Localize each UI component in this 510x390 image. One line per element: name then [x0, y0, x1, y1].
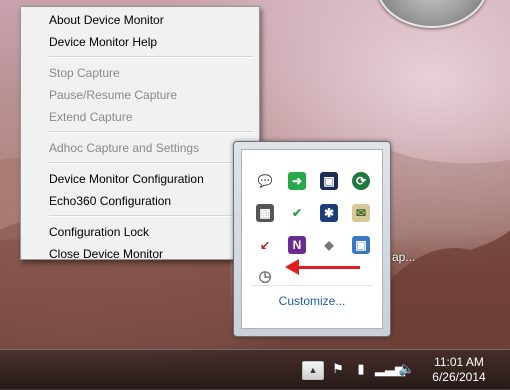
system-clock[interactable]: 11:01 AM 6/26/2014 — [424, 355, 494, 385]
green-arrow-icon[interactable]: ➜ — [288, 172, 306, 190]
menu-item-stop-capture: Stop Capture — [49, 66, 120, 80]
display-icon[interactable]: ▣ — [352, 236, 370, 254]
customize-link[interactable]: Customize... — [242, 294, 382, 308]
volume-icon[interactable]: 🔈 — [398, 360, 416, 378]
menu-item-device-monitor-configuration[interactable]: Device Monitor Configuration — [24, 168, 256, 190]
menu-item-device-monitor-help[interactable]: Device Monitor Help — [24, 31, 256, 53]
onenote-icon[interactable]: N — [288, 236, 306, 254]
context-menu: About Device Monitor Device Monitor Help S… — [20, 6, 260, 261]
drive-icon[interactable]: ◆ — [320, 236, 338, 254]
menu-item-adhoc-capture-and-settings: Adhoc Capture and Settings — [49, 141, 200, 155]
menu-separator — [49, 131, 254, 133]
signal-icon[interactable]: ▂▃▅ — [375, 360, 405, 378]
usb-icon[interactable]: ↙ — [256, 236, 274, 254]
power-icon[interactable]: ▮ — [352, 360, 370, 378]
annotation-arrow-head — [285, 259, 299, 275]
clock-time: 11:01 AM — [434, 355, 484, 369]
network-monitor-icon[interactable]: ▣ — [320, 172, 338, 190]
check-shield-icon[interactable]: ✔ — [288, 204, 306, 222]
chat-icon[interactable]: 💬 — [256, 172, 274, 190]
show-hidden-icons-button[interactable]: ▲ — [302, 361, 324, 380]
sync-icon[interactable]: ⟳ — [352, 172, 370, 190]
bluetooth-icon[interactable]: ✱ — [320, 204, 338, 222]
device-monitor-icon[interactable]: ◷ — [256, 268, 274, 286]
annotation-arrow-shaft — [296, 266, 360, 269]
flag-icon[interactable]: ⚑ — [329, 360, 347, 378]
tray-overflow-flyout: 💬 ➜ ▣ ⟳ ▦ ✔ ✱ ✉ ↙ N ◆ ▣ ◷ Customize... — [233, 141, 391, 337]
mail-icon[interactable]: ✉ — [352, 204, 370, 222]
menu-item-pause-resume-capture: Pause/Resume Capture — [49, 88, 178, 102]
menu-item-configuration-lock[interactable]: Configuration Lock — [24, 221, 256, 243]
tray-icon-grid: 💬 ➜ ▣ ⟳ ▦ ✔ ✱ ✉ ↙ N ◆ ▣ ◷ Customize... — [241, 149, 383, 329]
keyboard-icon[interactable]: ▦ — [256, 204, 274, 222]
menu-item-extend-capture: Extend Capture — [49, 110, 133, 124]
menu-separator — [49, 215, 254, 217]
menu-separator — [49, 56, 254, 58]
taskbar: ▲ ⚑ ▮ ▂▃▅ 🔈 11:01 AM 6/26/2014 — [0, 349, 510, 390]
menu-item-echo360-configuration[interactable]: Echo360 Configuration — [24, 190, 256, 212]
menu-item-about-device-monitor[interactable]: About Device Monitor — [24, 9, 256, 31]
menu-separator — [49, 162, 254, 164]
overflow-desktop-text: ap... — [392, 250, 416, 264]
clock-date: 6/26/2014 — [432, 370, 486, 384]
menu-item-close-device-monitor[interactable]: Close Device Monitor — [24, 243, 256, 265]
flyout-divider — [252, 285, 372, 286]
